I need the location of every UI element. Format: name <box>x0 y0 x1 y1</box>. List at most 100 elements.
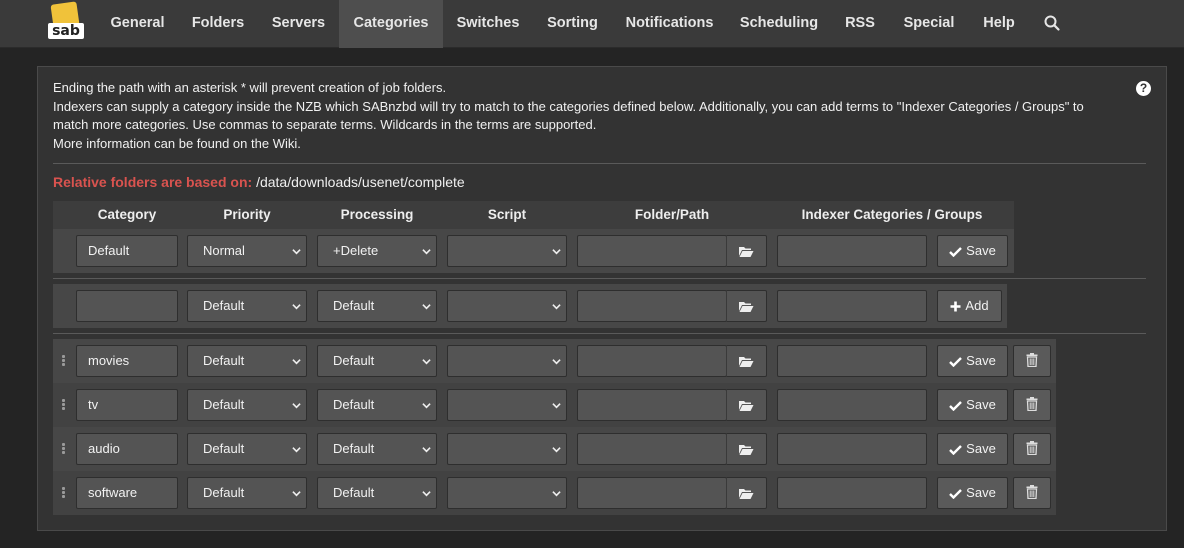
check-icon <box>949 247 963 258</box>
chevron-down-icon <box>292 304 301 310</box>
sabnzbd-logo[interactable]: sab <box>46 1 86 41</box>
priority-select[interactable]: Default <box>187 433 307 465</box>
category-name-field[interactable]: Default <box>76 235 178 267</box>
chevron-down-icon <box>422 403 431 409</box>
chevron-down-icon <box>422 359 431 365</box>
nav-special[interactable]: Special <box>889 0 969 48</box>
script-select[interactable] <box>447 345 567 377</box>
check-icon <box>949 489 963 500</box>
info-line-1: Ending the path with an asterisk * will … <box>53 80 447 95</box>
nav-rss[interactable]: RSS <box>831 0 889 48</box>
browse-folder-button[interactable] <box>726 477 767 509</box>
folder-path-field[interactable] <box>577 477 727 509</box>
nav-folders[interactable]: Folders <box>178 0 258 48</box>
priority-value: Default <box>203 441 245 456</box>
processing-select[interactable]: Default <box>317 345 437 377</box>
save-button-label: Save <box>966 441 996 456</box>
nav-scheduling[interactable]: Scheduling <box>727 0 831 48</box>
folder-path-field[interactable] <box>577 290 727 322</box>
folder-open-icon <box>739 357 754 367</box>
chevron-down-icon <box>422 304 431 310</box>
add-button-label: Add <box>965 298 989 313</box>
logo-text: sab <box>48 23 84 39</box>
search-icon[interactable] <box>1043 14 1061 32</box>
priority-select[interactable]: Normal <box>187 235 307 267</box>
script-select[interactable] <box>447 433 567 465</box>
category-name-field[interactable]: tv <box>76 389 178 421</box>
script-select[interactable] <box>447 290 567 322</box>
priority-select[interactable]: Default <box>187 477 307 509</box>
nav-notifications[interactable]: Notifications <box>612 0 727 48</box>
browse-folder-button[interactable] <box>726 345 767 377</box>
divider <box>53 278 1146 279</box>
header-category: Category <box>97 207 157 222</box>
delete-button[interactable] <box>1013 477 1051 509</box>
folder-path-field[interactable] <box>577 389 727 421</box>
folder-path-field[interactable] <box>577 433 727 465</box>
processing-select[interactable]: +Delete <box>317 235 437 267</box>
script-select[interactable] <box>447 477 567 509</box>
nav-sorting[interactable]: Sorting <box>533 0 612 48</box>
chevron-down-icon <box>552 403 561 409</box>
priority-select[interactable]: Default <box>187 345 307 377</box>
indexer-groups-field[interactable] <box>777 433 927 465</box>
processing-select[interactable]: Default <box>317 477 437 509</box>
processing-value: +Delete <box>333 243 379 258</box>
help-icon[interactable]: ? <box>1136 81 1151 96</box>
chevron-down-icon <box>552 304 561 310</box>
category-name-field[interactable]: movies <box>76 345 178 377</box>
category-name-field[interactable]: software <box>76 477 178 509</box>
save-button-label: Save <box>966 397 996 412</box>
indexer-groups-field[interactable] <box>777 389 927 421</box>
indexer-groups-field[interactable] <box>777 345 927 377</box>
save-button[interactable]: Save <box>937 433 1008 465</box>
indexer-groups-field[interactable] <box>777 235 927 267</box>
header-script: Script <box>487 207 527 222</box>
folder-open-icon <box>739 445 754 455</box>
save-button[interactable]: Save <box>937 389 1008 421</box>
category-name-field[interactable]: audio <box>76 433 178 465</box>
chevron-down-icon <box>552 249 561 255</box>
nav-servers[interactable]: Servers <box>258 0 339 48</box>
drag-handle[interactable] <box>62 355 66 367</box>
chevron-down-icon <box>422 249 431 255</box>
delete-button[interactable] <box>1013 433 1051 465</box>
indexer-groups-field[interactable] <box>777 477 927 509</box>
browse-folder-button[interactable] <box>726 433 767 465</box>
folder-path-field[interactable] <box>577 235 727 267</box>
priority-select[interactable]: Default <box>187 290 307 322</box>
folder-path-field[interactable] <box>577 345 727 377</box>
relative-folder-path: /data/downloads/usenet/complete <box>256 174 465 190</box>
save-button[interactable]: Save <box>937 345 1008 377</box>
check-icon <box>949 445 963 456</box>
browse-folder-button[interactable] <box>726 290 767 322</box>
save-button[interactable]: Save <box>937 477 1008 509</box>
processing-select[interactable]: Default <box>317 290 437 322</box>
drag-handle[interactable] <box>62 487 66 499</box>
nav-help[interactable]: Help <box>969 0 1029 48</box>
script-select[interactable] <box>447 389 567 421</box>
drag-handle[interactable] <box>62 443 66 455</box>
save-button[interactable]: Save <box>937 235 1008 267</box>
categories-panel: ? Ending the path with an asterisk * wil… <box>37 66 1167 531</box>
delete-button[interactable] <box>1013 389 1051 421</box>
nav-switches[interactable]: Switches <box>443 0 533 48</box>
drag-handle[interactable] <box>62 399 66 411</box>
chevron-down-icon <box>292 403 301 409</box>
processing-select[interactable]: Default <box>317 433 437 465</box>
table-row-new: Default Default Add <box>53 284 1007 328</box>
priority-value: Default <box>203 353 245 368</box>
table-header: Category Priority Processing Script Fold… <box>53 201 1014 229</box>
nav-general[interactable]: General <box>97 0 178 48</box>
new-category-name-field[interactable] <box>76 290 178 322</box>
indexer-groups-field[interactable] <box>777 290 927 322</box>
delete-button[interactable] <box>1013 345 1051 377</box>
processing-value: Default <box>333 397 375 412</box>
nav-categories[interactable]: Categories <box>339 0 443 48</box>
browse-folder-button[interactable] <box>726 235 767 267</box>
priority-select[interactable]: Default <box>187 389 307 421</box>
add-category-button[interactable]: Add <box>937 290 1002 322</box>
script-select[interactable] <box>447 235 567 267</box>
processing-select[interactable]: Default <box>317 389 437 421</box>
browse-folder-button[interactable] <box>726 389 767 421</box>
